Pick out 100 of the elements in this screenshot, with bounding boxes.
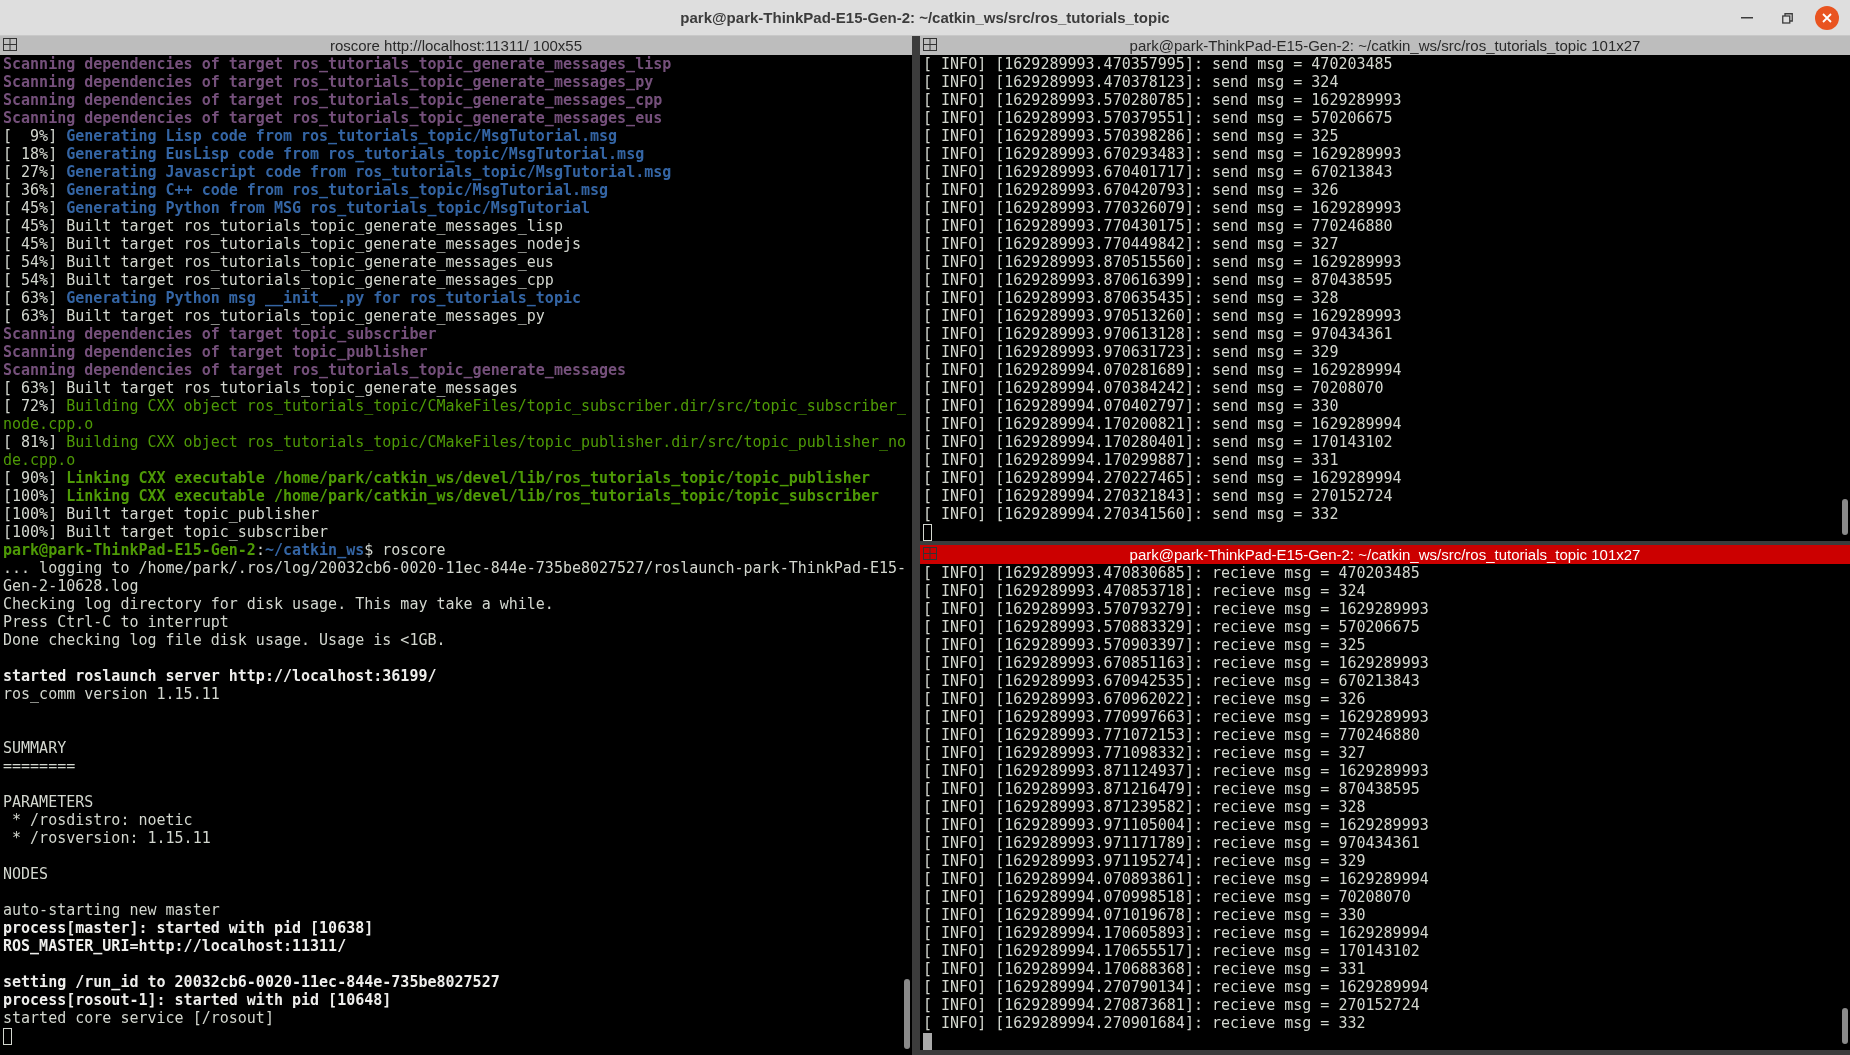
terminal-line: [ INFO] [1629289993.470357995]: send msg = 470203485 [923,55,1393,73]
terminal-line: auto-starting new master [3,901,220,919]
scrollbar-thumb[interactable] [904,979,910,1049]
terminal-line: [ 9%] Generating Lisp code from ros_tutorials_topic/MsgTutorial.msg [3,127,618,145]
terminal-line: Scanning dependencies of target ros_tutorials_topic_generate_messages_lisp [3,55,672,73]
restore-icon [1781,12,1793,24]
close-icon [1815,6,1839,30]
scrollbar-thumb[interactable] [1842,1008,1848,1044]
terminal-line: setting /run_id to 20032cb6-0020-11ec-844e-735be8027527 [3,973,500,991]
terminal-line: Gen-2-10628.log [3,577,139,595]
terminal-line: process[master]: started with pid [10638] [3,919,374,937]
terminal-line: [ 63%] Built target ros_tutorials_topic_generate_messages_py [3,307,545,325]
terminal-line: process[rosout-1]: started with pid [10648] [3,991,392,1009]
terminal-line: [ INFO] [1629289994.170688368]: recieve msg = 331 [923,960,1366,978]
terminal-line: [ INFO] [1629289994.270341560]: send msg = 332 [923,505,1339,523]
minimize-icon [1741,17,1753,19]
terminal-line: [ INFO] [1629289993.470853718]: recieve msg = 324 [923,582,1366,600]
terminal-line: Checking log directory for disk usage. This may take a while. [3,595,554,613]
terminal-line: Done checking log file disk usage. Usage is <1GB. [3,631,446,649]
terminal-line: ros_comm version 1.15.11 [3,685,220,703]
terminal-line: [ INFO] [1629289994.270873681]: recieve msg = 270152724 [923,996,1420,1014]
terminal-line: SUMMARY [3,739,67,757]
terminal-line: [ INFO] [1629289993.770449842]: send msg = 327 [923,235,1339,253]
terminal-line: [ INFO] [1629289993.970513260]: send msg = 1629289993 [923,307,1402,325]
terminal-line: [100%] Built target topic_subscriber [3,523,329,541]
terminal-line: [ INFO] [1629289994.070402797]: send msg = 330 [923,397,1339,415]
terminal-line: NODES [3,865,49,883]
layout-grid-icon[interactable] [3,38,18,52]
terminal-line: [ INFO] [1629289993.870635435]: send msg = 328 [923,289,1339,307]
terminal-line: [ INFO] [1629289993.670293483]: send msg = 1629289993 [923,145,1402,163]
terminal-line: [ INFO] [1629289993.871124937]: recieve msg = 1629289993 [923,762,1429,780]
terminal-line: [ INFO] [1629289993.570883329]: recieve msg = 570206675 [923,618,1420,636]
terminal-line: * /rosversion: 1.15.11 [11,829,211,847]
terminal-line: [ INFO] [1629289993.670942535]: recieve msg = 670213843 [923,672,1420,690]
terminal-line: [ INFO] [1629289994.070281689]: send msg = 1629289994 [923,361,1402,379]
terminal-line: Scanning dependencies of target ros_tutorials_topic_generate_messages_py [3,73,654,91]
terminal-line: [ 45%] Built target ros_tutorials_topic_generate_messages_nodejs [3,235,581,253]
terminal-line: Scanning dependencies of target topic_publisher [3,343,428,361]
terminal-line: [ 81%] Building CXX object ros_tutorials_topic/CMakeFiles/topic_publisher.dir/src/topic_publisher_no [3,433,907,451]
terminal-line: Scanning dependencies of target ros_tutorials_topic_generate_messages_cpp [3,91,663,109]
terminal-line: [ INFO] [1629289993.570903397]: recieve msg = 325 [923,636,1366,654]
terminal-line: [ 90%] Linking CXX executable /home/park/catkin_ws/devel/lib/ros_tutorials_topic/topic_publisher [3,469,870,487]
terminal-line: started roslaunch server http://localhost:36199/ [3,667,437,685]
terminal-line: [ INFO] [1629289994.170605893]: recieve msg = 1629289994 [923,924,1429,942]
terminal-line: [ 36%] Generating C++ code from ros_tutorials_topic/MsgTutorial.msg [3,181,609,199]
terminal-line: [ 45%] Generating Python from MSG ros_tutorials_topic/MsgTutorial [3,199,590,217]
terminal-line: [ INFO] [1629289993.871216479]: recieve msg = 870438595 [923,780,1420,798]
terminal-line: [ INFO] [1629289993.670851163]: recieve msg = 1629289993 [923,654,1429,672]
terminal-line: [ INFO] [1629289993.770430175]: send msg = 770246880 [923,217,1393,235]
shell-prompt: park@park-ThinkPad-E15-Gen-2:~/catkin_ws$ roscore [3,541,446,559]
terminal-line: [ 18%] Generating EusLisp code from ros_tutorials_topic/MsgTutorial.msg [3,145,645,163]
terminal-line: [ INFO] [1629289993.970613128]: send msg = 970434361 [923,325,1393,343]
terminal-line: [ INFO] [1629289993.870515560]: send msg = 1629289993 [923,253,1402,271]
window-title: park@park-ThinkPad-E15-Gen-2: ~/catkin_ws/src/ros_tutorials_topic [680,9,1170,26]
terminal-line: [ 54%] Built target ros_tutorials_topic_generate_messages_eus [3,253,554,271]
terminal-tab-header[interactable]: roscore http://localhost:11311/ 100x55 [0,36,912,55]
terminal-line: [ INFO] [1629289994.170280401]: send msg = 170143102 [923,433,1393,451]
terminal-line: ... logging to /home/park/.ros/log/20032cb6-0020-11ec-844e-735be8027527/roslaunch-park-ThinkPad-E15- [3,559,907,577]
terminal-line: [ INFO] [1629289993.871239582]: recieve msg = 328 [923,798,1366,816]
terminal-line: [ INFO] [1629289994.270901684]: recieve msg = 332 [923,1014,1366,1032]
terminal-line: [ 72%] Building CXX object ros_tutorials_topic/CMakeFiles/topic_subscriber.dir/src/topic_subscriber_ [3,397,907,415]
terminal-line: [ INFO] [1629289993.771098332]: recieve msg = 327 [923,744,1366,762]
terminal-line: [ INFO] [1629289993.770326079]: send msg = 1629289993 [923,199,1402,217]
terminal-line: [ 27%] Generating Javascript code from ros_tutorials_topic/MsgTutorial.msg [3,163,672,181]
terminal-line: [ INFO] [1629289994.070998518]: recieve msg = 70208070 [923,888,1411,906]
terminal-line: Scanning dependencies of target ros_tutorials_topic_generate_messages [3,361,627,379]
terminal-line: Scanning dependencies of target ros_tutorials_topic_generate_messages_eus [3,109,663,127]
terminal-line: [ INFO] [1629289993.770997663]: recieve msg = 1629289993 [923,708,1429,726]
terminal-tab-header[interactable]: park@park-ThinkPad-E15-Gen-2: ~/catkin_ws/src/ros_tutorials_topic 101x27 [920,36,1850,55]
terminal-line: [ INFO] [1629289993.971105004]: recieve msg = 1629289993 [923,816,1429,834]
terminal-line: Scanning dependencies of target topic_subscriber [3,325,437,343]
terminal-line: [ 63%] Generating Python msg __init__.py for ros_tutorials_topic [3,289,581,307]
terminal-line: [ INFO] [1629289994.270227465]: send msg = 1629289994 [923,469,1402,487]
terminal-line: [ INFO] [1629289993.470378123]: send msg = 324 [923,73,1339,91]
terminal-line: [ INFO] [1629289993.870616399]: send msg = 870438595 [923,271,1393,289]
terminal-line: [ 45%] Built target ros_tutorials_topic_generate_messages_lisp [3,217,563,235]
terminal-line: [ 54%] Built target ros_tutorials_topic_generate_messages_cpp [3,271,554,289]
terminal-line: [ INFO] [1629289993.570398286]: send msg = 325 [923,127,1339,145]
terminal-tab-header[interactable]: park@park-ThinkPad-E15-Gen-2: ~/catkin_ws/src/ros_tutorials_topic 101x27 [920,545,1850,564]
terminal-line: [ INFO] [1629289993.670420793]: send msg = 326 [923,181,1339,199]
terminal-line: * /rosdistro: noetic [11,811,193,829]
terminal-line: PARAMETERS [3,793,94,811]
terminal-line: de.cpp.o [3,451,76,469]
terminal-line: [ INFO] [1629289994.170655517]: recieve msg = 170143102 [923,942,1420,960]
layout-grid-icon[interactable] [923,38,938,52]
terminal-line: [ INFO] [1629289994.270321843]: send msg = 270152724 [923,487,1393,505]
terminal-line: [ INFO] [1629289993.570379551]: send msg = 570206675 [923,109,1393,127]
close-button[interactable] [1814,5,1840,31]
terminal-line: [ INFO] [1629289994.070384242]: send msg = 70208070 [923,379,1384,397]
terminal-line: [ INFO] [1629289993.670962022]: recieve msg = 326 [923,690,1366,708]
terminal-line: ROS_MASTER_URI=http://localhost:11311/ [3,937,347,955]
terminal-line: [100%] Linking CXX executable /home/park/catkin_ws/devel/lib/ros_tutorials_topic/topic_subscriber [3,487,879,505]
scrollbar-thumb[interactable] [1842,499,1848,535]
terminal-line: [ INFO] [1629289994.270790134]: recieve msg = 1629289994 [923,978,1429,996]
terminal-line: [ INFO] [1629289994.071019678]: recieve msg = 330 [923,906,1366,924]
terminal-line: [ INFO] [1629289993.570793279]: recieve msg = 1629289993 [923,600,1429,618]
terminal-line: [ INFO] [1629289994.170200821]: send msg = 1629289994 [923,415,1402,433]
terminal-line: [ INFO] [1629289993.470830685]: recieve msg = 470203485 [923,564,1420,582]
terminal-line: [ INFO] [1629289993.971195274]: recieve msg = 329 [923,852,1366,870]
terminal-line: node.cpp.o [3,415,94,433]
